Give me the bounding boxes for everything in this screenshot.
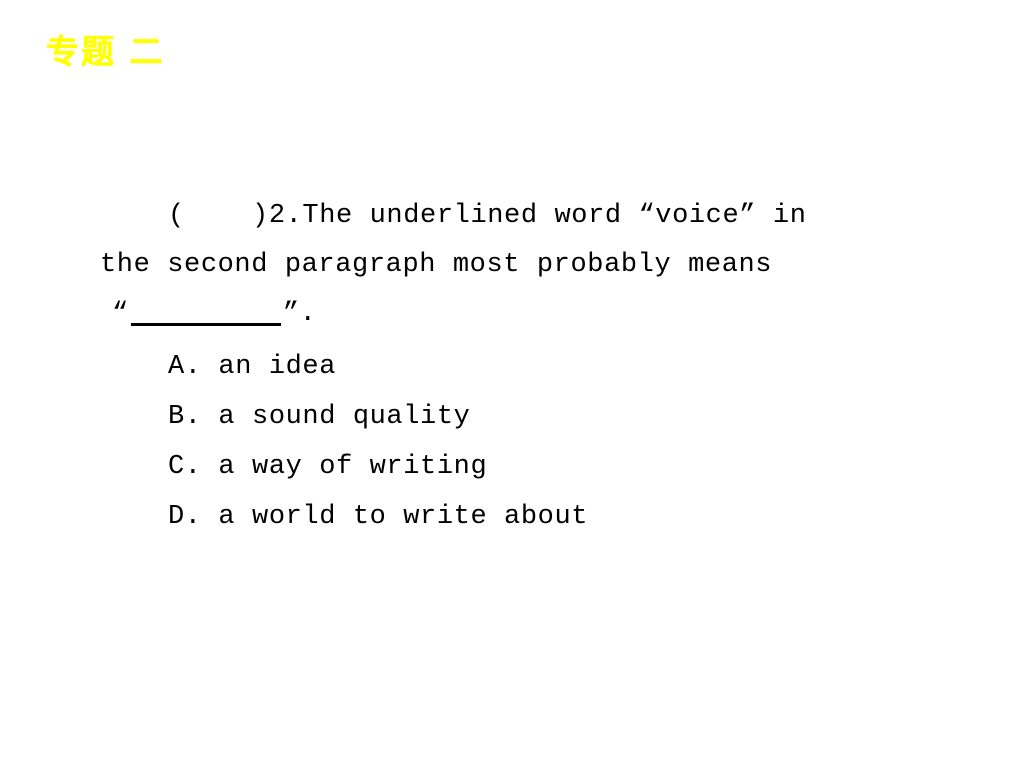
options-list: A. an idea B. a sound quality C. a way o… (0, 342, 1024, 542)
option-b[interactable]: B. a sound quality (0, 392, 1024, 442)
question-stem: ( )2.The underlined word “voice” in the … (0, 192, 1024, 339)
option-d[interactable]: D. a world to write about (0, 492, 1024, 542)
answer-blank[interactable] (130, 323, 281, 326)
stem-period: . (299, 299, 317, 329)
page-title: 专题 二 (46, 32, 165, 71)
slide-canvas: 专题 二 ( )2.The underlined word “voice” in… (0, 0, 1024, 768)
question-stem-line-1: ( )2.The underlined word “voice” in (168, 201, 807, 231)
close-quote: ” (282, 299, 300, 329)
option-c[interactable]: C. a way of writing (0, 442, 1024, 492)
question-stem-line-2: the second paragraph most probably means (100, 250, 773, 280)
question-stem-line-3: “ ”. (0, 290, 1024, 339)
open-quote: “ (112, 299, 129, 329)
option-a[interactable]: A. an idea (0, 342, 1024, 392)
